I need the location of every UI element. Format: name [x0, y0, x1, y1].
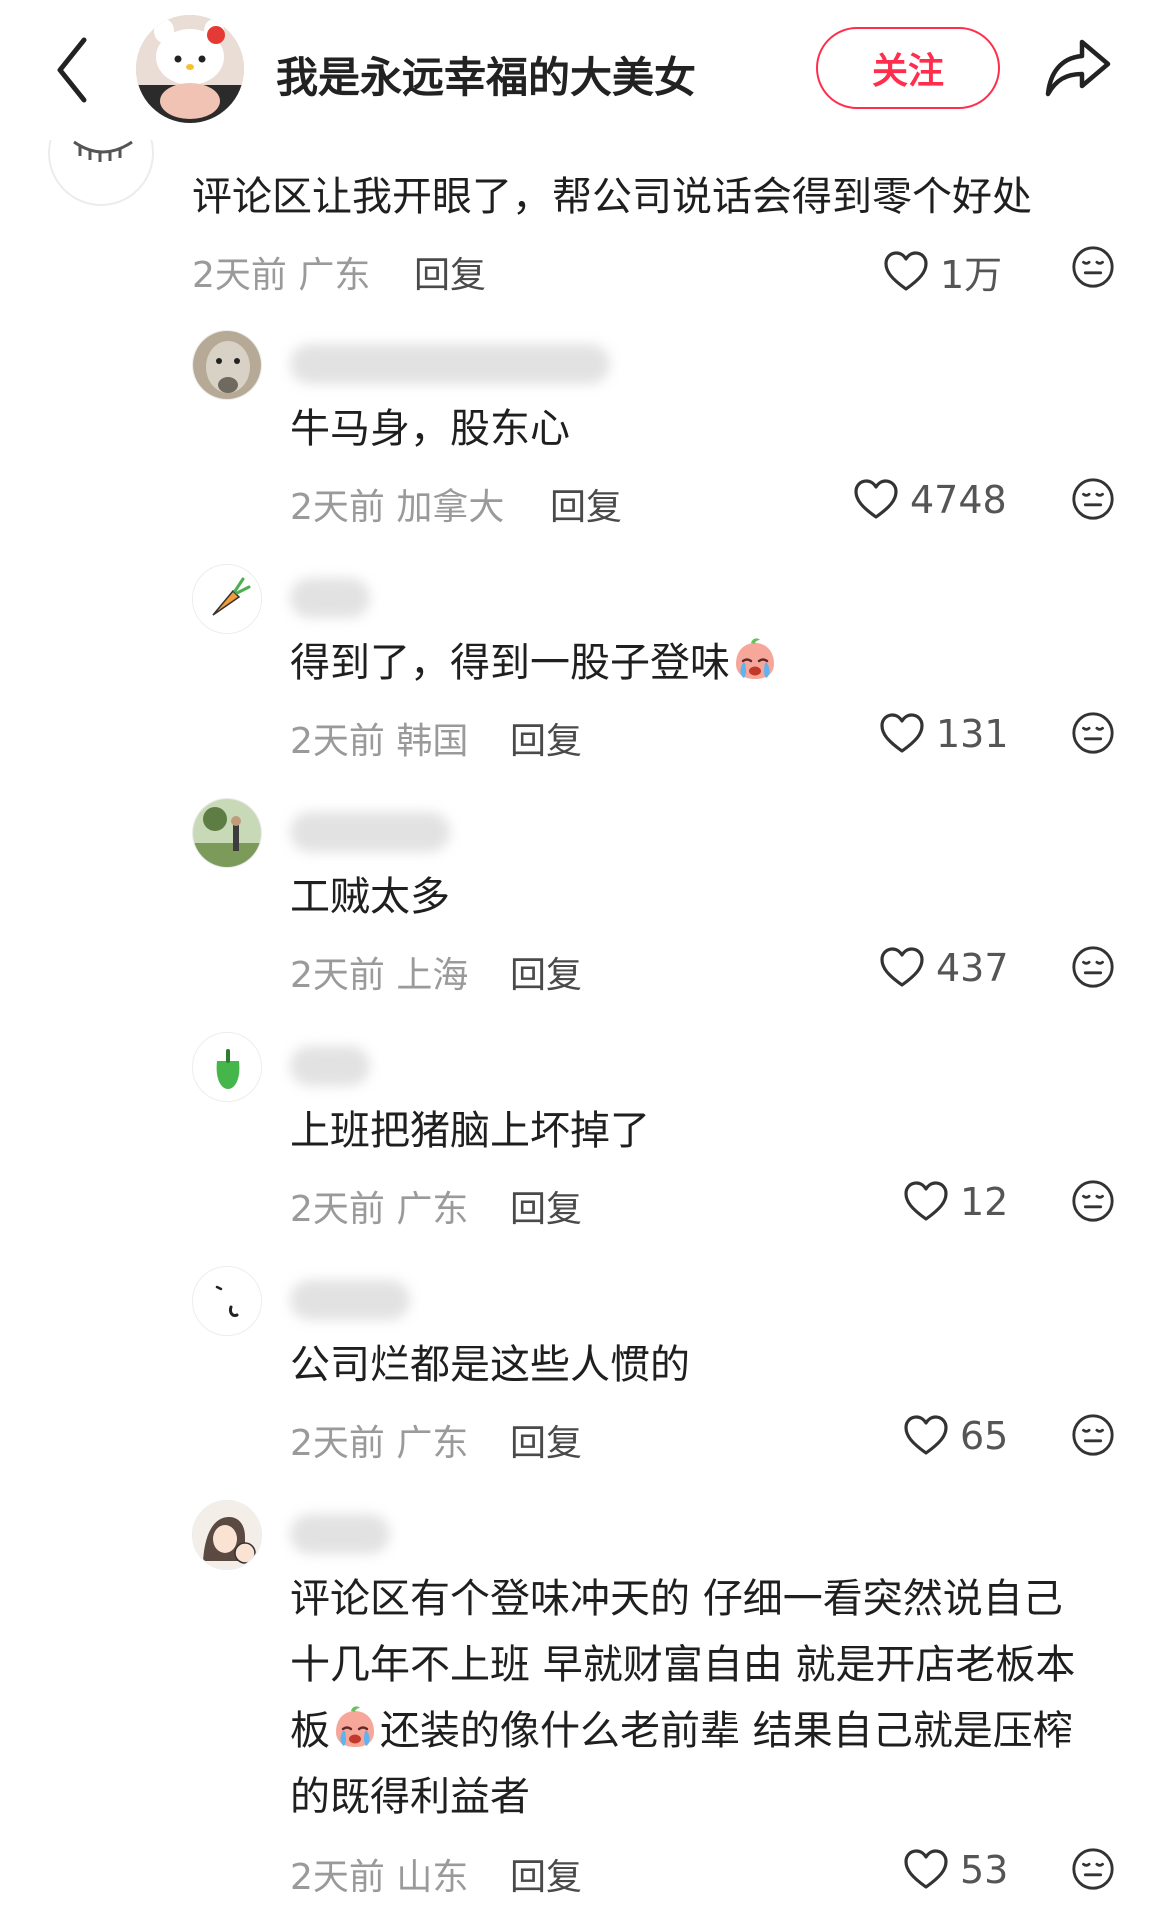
like-count: 12 — [960, 1180, 1009, 1224]
heart-icon — [882, 248, 930, 296]
emoji-face-icon[interactable] — [1070, 944, 1116, 990]
like-button[interactable]: 65 — [902, 1412, 1008, 1460]
avatar-image — [193, 799, 261, 867]
crying-emoji-icon — [730, 634, 780, 684]
reply-location: 韩国 — [396, 721, 469, 762]
heart-icon — [902, 1412, 950, 1460]
reply-button[interactable]: 回复 — [510, 946, 582, 998]
reply-text: 得到了，得到一股子登味 — [290, 630, 780, 696]
reply-button[interactable]: 回复 — [510, 1848, 582, 1900]
heart-icon — [878, 944, 926, 992]
crying-emoji-icon — [330, 1702, 380, 1752]
reply-button[interactable]: 回复 — [414, 246, 486, 298]
blurred-username — [290, 1280, 410, 1320]
emoji-face-icon[interactable] — [1070, 1178, 1116, 1224]
emoji-face-icon[interactable] — [1070, 1846, 1116, 1892]
comment-meta: 2天前 广东 — [192, 246, 370, 298]
reply-text-body: 得到了，得到一股子登味 — [290, 640, 730, 686]
like-count: 4748 — [910, 478, 1007, 522]
reply-location: 广东 — [396, 1423, 469, 1464]
reply-text: 工贼太多 — [290, 874, 450, 920]
author-name[interactable]: 我是永远幸福的大美女 — [276, 44, 696, 105]
avatar-image — [193, 1501, 261, 1569]
comment-location: 广东 — [298, 255, 371, 296]
like-button[interactable]: 53 — [902, 1846, 1008, 1894]
reply-meta: 2天前 上海 — [290, 946, 468, 998]
emoji-face-icon[interactable] — [1070, 244, 1116, 290]
reply-time: 2天前 — [290, 487, 385, 528]
reply-time: 2天前 — [290, 1189, 385, 1230]
like-button[interactable]: 131 — [878, 710, 1009, 758]
reply-button[interactable]: 回复 — [550, 478, 622, 530]
reply-avatar[interactable] — [192, 798, 262, 868]
avatar-image — [136, 15, 244, 123]
follow-button[interactable]: 关注 — [816, 27, 1000, 109]
back-arrow-icon — [57, 37, 87, 103]
reply-location: 上海 — [396, 955, 469, 996]
emoji-face-icon[interactable] — [1070, 1412, 1116, 1458]
reply-avatar[interactable] — [192, 1032, 262, 1102]
like-button[interactable]: 1万 — [882, 244, 1002, 299]
reply-meta: 2天前 韩国 — [290, 712, 468, 764]
author-avatar[interactable] — [136, 15, 244, 123]
pepper-icon — [193, 1033, 261, 1101]
like-button[interactable]: 12 — [902, 1178, 1008, 1226]
reply-text-line: 评论区有个登味冲天的 仔细一看突然说自己 — [290, 1576, 1063, 1622]
reply-button[interactable]: 回复 — [510, 1414, 582, 1466]
reply-text-segment: 板 — [290, 1708, 330, 1754]
reply-text-line: 板 还装的像什么老前辈 结果自己就是压榨 — [290, 1698, 1110, 1764]
reply-meta: 2天前 加拿大 — [290, 478, 504, 530]
like-count: 65 — [960, 1414, 1009, 1458]
avatar-image — [193, 331, 261, 399]
reply-meta: 2天前 广东 — [290, 1180, 468, 1232]
reply-avatar[interactable] — [192, 564, 262, 634]
like-count: 437 — [936, 946, 1009, 990]
reply-location: 广东 — [396, 1189, 469, 1230]
reply-avatar[interactable] — [192, 1500, 262, 1570]
reply-text: 牛马身，股东心 — [290, 406, 570, 452]
blurred-username — [290, 1514, 390, 1554]
comment-time: 2天前 — [192, 255, 287, 296]
top-bar: 我是永远幸福的大美女 关注 — [0, 0, 1170, 140]
reply-meta: 2天前 山东 — [290, 1848, 468, 1900]
blurred-username — [290, 344, 610, 384]
reply-time: 2天前 — [290, 955, 385, 996]
share-button[interactable] — [1040, 30, 1116, 106]
reply-time: 2天前 — [290, 1423, 385, 1464]
reply-text-segment: 还装的像什么老前辈 结果自己就是压榨 — [380, 1708, 1073, 1754]
like-button[interactable]: 437 — [878, 944, 1009, 992]
back-button[interactable] — [48, 30, 98, 110]
like-count: 1万 — [940, 253, 1003, 297]
reply-text-line: 十几年不上班 早就财富自由 就是开店老板本 — [290, 1642, 1076, 1688]
heart-icon — [852, 476, 900, 524]
share-icon — [1045, 39, 1111, 97]
reply-avatar[interactable] — [192, 330, 262, 400]
heart-icon — [902, 1846, 950, 1894]
heart-icon — [878, 710, 926, 758]
reply-avatar[interactable] — [192, 1266, 262, 1336]
reply-text: 公司烂都是这些人惯的 — [290, 1342, 690, 1388]
emoji-face-icon[interactable] — [1070, 476, 1116, 522]
reply-location: 山东 — [396, 1857, 469, 1898]
like-count: 131 — [936, 712, 1009, 756]
reply-time: 2天前 — [290, 721, 385, 762]
comment-text: 评论区让我开眼了，帮公司说话会得到零个好处 — [192, 174, 1032, 220]
heart-icon — [902, 1178, 950, 1226]
emoji-face-icon[interactable] — [1070, 710, 1116, 756]
reply-location: 加拿大 — [396, 487, 505, 528]
reply-text: 评论区有个登味冲天的 仔细一看突然说自己 十几年不上班 早就财富自由 就是开店老… — [290, 1566, 1110, 1830]
avatar-image — [193, 1267, 261, 1335]
reply-button[interactable]: 回复 — [510, 1180, 582, 1232]
blurred-username — [290, 812, 450, 852]
reply-time: 2天前 — [290, 1857, 385, 1898]
blurred-username — [290, 1046, 370, 1086]
blurred-username — [290, 578, 370, 618]
reply-text-line: 的既得利益者 — [290, 1774, 530, 1820]
like-button[interactable]: 4748 — [852, 476, 1007, 524]
carrot-icon — [193, 565, 261, 633]
reply-meta: 2天前 广东 — [290, 1414, 468, 1466]
like-count: 53 — [960, 1848, 1009, 1892]
reply-button[interactable]: 回复 — [510, 712, 582, 764]
reply-text: 上班把猪脑上坏掉了 — [290, 1108, 650, 1154]
